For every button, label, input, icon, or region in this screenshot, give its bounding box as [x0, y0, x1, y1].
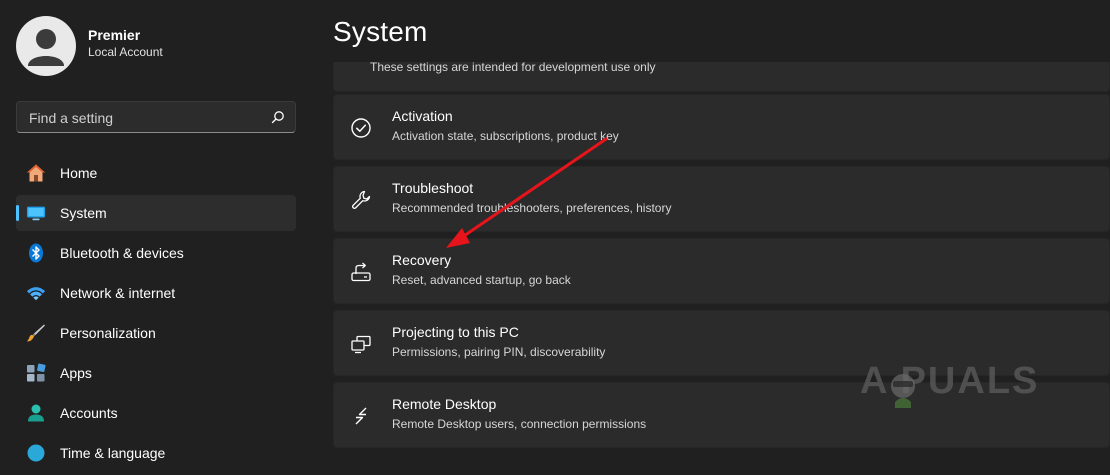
- card-title: Troubleshoot: [392, 180, 474, 196]
- card-subtitle: Recommended troubleshooters, preferences…: [392, 201, 672, 215]
- sidebar-item-label: Time & language: [60, 445, 166, 461]
- selection-indicator: [16, 205, 19, 221]
- projecting-icon: [350, 333, 372, 355]
- card-subtitle: Permissions, pairing PIN, discoverabilit…: [392, 345, 606, 359]
- home-icon: [26, 163, 46, 183]
- sidebar-item-label: Network & internet: [60, 285, 176, 301]
- sidebar-item-time-language[interactable]: Time & language: [16, 435, 296, 471]
- card-title: Remote Desktop: [392, 396, 497, 412]
- sidebar-item-label: Apps: [60, 365, 92, 381]
- watermark-mascot-icon: [891, 374, 915, 408]
- wifi-icon: [26, 283, 46, 303]
- avatar[interactable]: [16, 16, 76, 76]
- sidebar-nav: Home System Bluetooth & devices Network …: [16, 155, 296, 475]
- person-icon: [26, 403, 46, 423]
- sidebar: Premier Local Account Home: [0, 0, 312, 462]
- card-title: Projecting to this PC: [392, 324, 519, 340]
- card-title: Activation: [392, 108, 453, 124]
- search-box[interactable]: [16, 101, 296, 134]
- search-input[interactable]: [27, 102, 271, 134]
- sidebar-item-label: Personalization: [60, 325, 156, 341]
- sidebar-item-apps[interactable]: Apps: [16, 355, 296, 391]
- settings-card-recovery[interactable]: Recovery Reset, advanced startup, go bac…: [333, 238, 1110, 304]
- page-title: System: [333, 16, 428, 47]
- monitor-icon: [26, 203, 46, 223]
- card-subtitle: Reset, advanced startup, go back: [392, 273, 571, 287]
- check-circle-icon: [350, 117, 372, 139]
- settings-card-troubleshoot[interactable]: Troubleshoot Recommended troubleshooters…: [333, 166, 1110, 232]
- settings-card-activation[interactable]: Activation Activation state, subscriptio…: [333, 94, 1110, 160]
- card-title: Recovery: [392, 252, 452, 268]
- profile-account-type: Local Account: [88, 45, 163, 59]
- sidebar-item-accounts[interactable]: Accounts: [16, 395, 296, 431]
- settings-card-developers[interactable]: These settings are intended for developm…: [333, 62, 1110, 92]
- search-icon[interactable]: [271, 110, 285, 124]
- card-subtitle: These settings are intended for developm…: [370, 62, 656, 74]
- sidebar-item-network[interactable]: Network & internet: [16, 275, 296, 311]
- profile-name: Premier: [88, 27, 141, 43]
- bluetooth-icon: [26, 243, 46, 263]
- brush-icon: [26, 323, 46, 343]
- sidebar-item-label: System: [60, 205, 107, 221]
- card-subtitle: Activation state, subscriptions, product…: [392, 129, 619, 143]
- wrench-icon: [350, 189, 372, 211]
- person-icon: [28, 29, 64, 66]
- sidebar-item-home[interactable]: Home: [16, 155, 296, 191]
- card-subtitle: Remote Desktop users, connection permiss…: [392, 417, 647, 431]
- sidebar-item-bluetooth[interactable]: Bluetooth & devices: [16, 235, 296, 271]
- apps-icon: [26, 363, 46, 383]
- clock-icon: [26, 443, 46, 463]
- remote-desktop-icon: [350, 405, 372, 427]
- sidebar-item-label: Home: [60, 165, 98, 181]
- sidebar-item-system[interactable]: System: [16, 195, 296, 231]
- recovery-icon: [350, 261, 372, 283]
- sidebar-item-label: Bluetooth & devices: [60, 245, 184, 261]
- user-profile[interactable]: Premier Local Account: [16, 16, 163, 76]
- sidebar-item-label: Accounts: [60, 405, 118, 421]
- sidebar-item-personalization[interactable]: Personalization: [16, 315, 296, 351]
